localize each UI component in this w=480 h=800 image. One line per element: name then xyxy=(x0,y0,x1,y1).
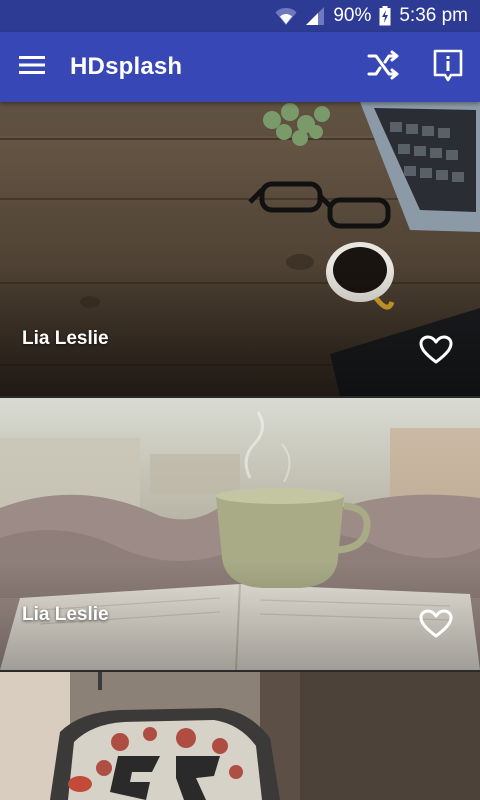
hamburger-menu-icon xyxy=(19,55,45,80)
menu-button[interactable] xyxy=(0,32,64,102)
photo-card[interactable]: Lia Leslie xyxy=(0,102,480,396)
info-icon xyxy=(432,48,464,87)
app-title: HDsplash xyxy=(70,53,183,80)
heart-outline-icon xyxy=(419,609,453,644)
app-bar: HDsplash xyxy=(0,32,480,102)
photo-rusty-sign xyxy=(0,672,480,800)
heart-outline-icon xyxy=(419,335,453,370)
photo-coffee-cup-book xyxy=(0,398,480,670)
wifi-icon xyxy=(275,6,297,26)
photo-author[interactable]: Lia Leslie xyxy=(22,604,109,626)
photo-card[interactable]: Lia Leslie xyxy=(0,398,480,670)
photo-feed[interactable]: Lia Leslie Lia Leslie xyxy=(0,102,480,800)
clock: 5:36 pm xyxy=(399,5,468,26)
like-button[interactable] xyxy=(416,606,456,646)
shuffle-icon xyxy=(367,50,401,85)
signal-icon xyxy=(305,6,325,26)
info-button[interactable] xyxy=(416,32,480,102)
shuffle-button[interactable] xyxy=(352,32,416,102)
status-bar: 90% 5:36 pm xyxy=(0,0,480,32)
like-button[interactable] xyxy=(416,332,456,372)
photo-card[interactable] xyxy=(0,672,480,800)
battery-level: 90% xyxy=(333,5,372,26)
battery-charging-icon xyxy=(379,6,391,26)
photo-desk-coffee-laptop xyxy=(0,102,480,396)
photo-author[interactable]: Lia Leslie xyxy=(22,328,109,350)
